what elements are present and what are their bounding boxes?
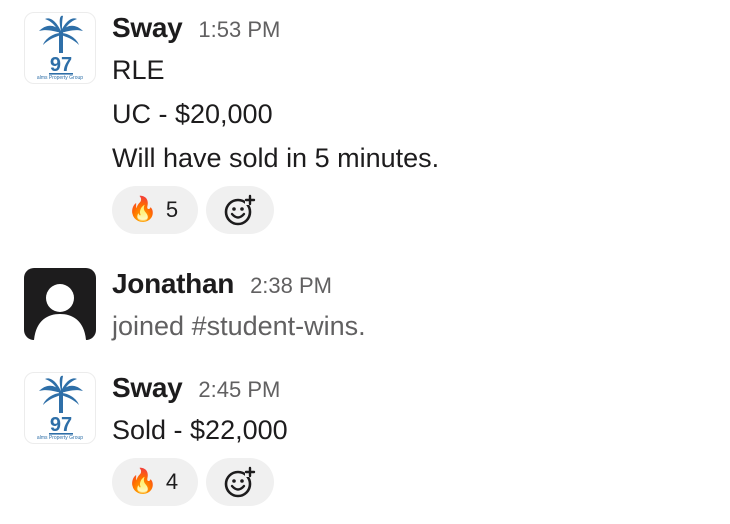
avatar[interactable]: 97 alms Property Group	[24, 12, 96, 84]
fire-icon: 🔥	[127, 468, 158, 495]
svg-text:97: 97	[50, 54, 72, 76]
message-text: UC - $20,000	[112, 99, 273, 129]
logo-caption: alms Property Group	[36, 75, 84, 81]
logo-caption: alms Property Group	[36, 435, 84, 441]
fire-reaction-button[interactable]: 🔥 4	[112, 458, 198, 506]
message-text: RLE	[112, 55, 165, 85]
reaction-count: 5	[165, 197, 179, 222]
system-message-text: joined #student-wins.	[112, 311, 366, 341]
author-name[interactable]: Jonathan	[112, 268, 234, 300]
add-reaction-button[interactable]	[206, 186, 274, 234]
message-feed: 97 alms Property Group Sway 1:53 PM RLE …	[0, 0, 730, 524]
timestamp[interactable]: 1:53 PM	[198, 17, 280, 43]
reactions-bar: 🔥 5	[112, 186, 720, 234]
message-text: Will have sold in 5 minutes.	[112, 143, 440, 173]
add-emoji-icon	[224, 194, 256, 226]
message-text: Sold - $22,000	[112, 415, 288, 445]
add-emoji-icon	[224, 466, 256, 498]
add-reaction-button[interactable]	[206, 458, 274, 506]
palm-logo-icon: 97	[39, 15, 83, 76]
timestamp[interactable]: 2:45 PM	[198, 377, 280, 403]
author-name[interactable]: Sway	[112, 12, 183, 44]
reactions-bar: 🔥 4	[112, 458, 720, 506]
reaction-count: 4	[165, 469, 179, 494]
user-silhouette-icon	[34, 284, 86, 340]
timestamp[interactable]: 2:38 PM	[250, 273, 332, 299]
avatar[interactable]	[24, 268, 96, 340]
fire-icon: 🔥	[127, 196, 158, 223]
palm-logo-icon: 97	[39, 375, 83, 436]
avatar[interactable]: 97 alms Property Group	[24, 372, 96, 444]
svg-text:97: 97	[50, 414, 72, 436]
fire-reaction-button[interactable]: 🔥 5	[112, 186, 198, 234]
author-name[interactable]: Sway	[112, 372, 183, 404]
